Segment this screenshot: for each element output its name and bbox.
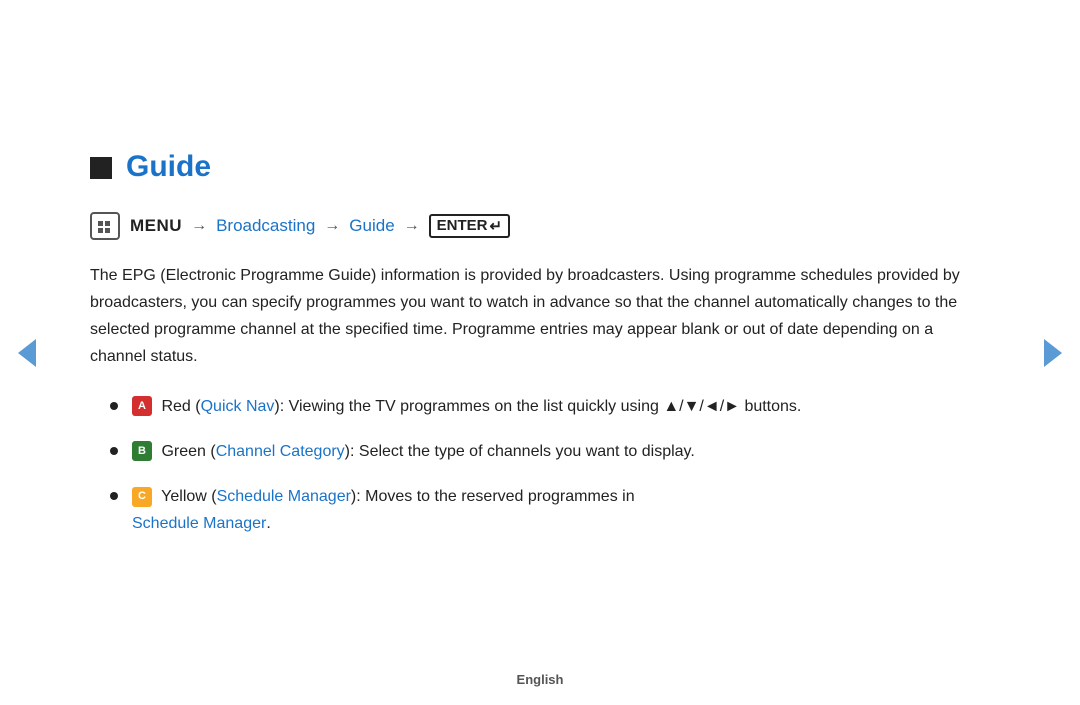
bullet-content-3: C Yellow (Schedule Manager): Moves to th… (132, 483, 990, 537)
bullet-2-link[interactable]: Channel Category (216, 443, 345, 460)
bullet-dot-1 (110, 402, 118, 410)
bullet-dot-3 (110, 492, 118, 500)
badge-yellow: C (132, 487, 152, 507)
bullet-content-1: A Red (Quick Nav): Viewing the TV progra… (132, 393, 990, 420)
bullet-dot-2 (110, 447, 118, 455)
bullet-3-link[interactable]: Schedule Manager (217, 488, 351, 505)
bullet-item-2: B Green (Channel Category): Select the t… (110, 438, 990, 465)
enter-return-symbol: ↵ (490, 217, 503, 235)
breadcrumb-guide[interactable]: Guide (349, 216, 394, 236)
page-container: Guide MENU → Broadcasting → Guide → ENTE… (0, 0, 1080, 705)
guide-title-text: Guide (126, 150, 211, 184)
breadcrumb-broadcasting[interactable]: Broadcasting (216, 216, 315, 236)
breadcrumb-arrow-1: → (191, 217, 207, 235)
guide-title: Guide (90, 150, 990, 184)
bullet-3-end: . (266, 515, 270, 532)
bullet-3-link2[interactable]: Schedule Manager (132, 515, 266, 532)
breadcrumb-enter: ENTER↵ (429, 214, 510, 238)
bullet-content-2: B Green (Channel Category): Select the t… (132, 438, 990, 465)
menu-icon (90, 212, 120, 240)
guide-title-icon (90, 157, 112, 179)
bullet-item-1: A Red (Quick Nav): Viewing the TV progra… (110, 393, 990, 420)
bullet-list: A Red (Quick Nav): Viewing the TV progra… (110, 393, 990, 538)
badge-green: B (132, 441, 152, 461)
enter-label: ENTER (437, 217, 488, 234)
bullet-3-text: : Moves to the reserved programmes in (356, 488, 634, 505)
menu-label: MENU (130, 216, 182, 236)
footer: English (517, 672, 564, 687)
bullet-1-text: : Viewing the TV programmes on the list … (280, 398, 802, 415)
badge-red: A (132, 396, 152, 416)
bullet-1-color-name: Red (161, 398, 190, 415)
bullet-1-link[interactable]: Quick Nav (201, 398, 275, 415)
description-text: The EPG (Electronic Programme Guide) inf… (90, 262, 990, 371)
nav-arrow-left[interactable] (18, 339, 36, 367)
breadcrumb-row: MENU → Broadcasting → Guide → ENTER↵ (90, 212, 990, 240)
bullet-item-3: C Yellow (Schedule Manager): Moves to th… (110, 483, 990, 537)
content-area: Guide MENU → Broadcasting → Guide → ENTE… (80, 120, 1000, 586)
bullet-3-color-name: Yellow (161, 488, 207, 505)
breadcrumb-arrow-3: → (404, 217, 420, 235)
bullet-2-color-name: Green (161, 443, 205, 460)
nav-arrow-right[interactable] (1044, 339, 1062, 367)
bullet-2-text: : Select the type of channels you want t… (350, 443, 695, 460)
breadcrumb-arrow-2: → (324, 217, 340, 235)
footer-language: English (517, 672, 564, 687)
